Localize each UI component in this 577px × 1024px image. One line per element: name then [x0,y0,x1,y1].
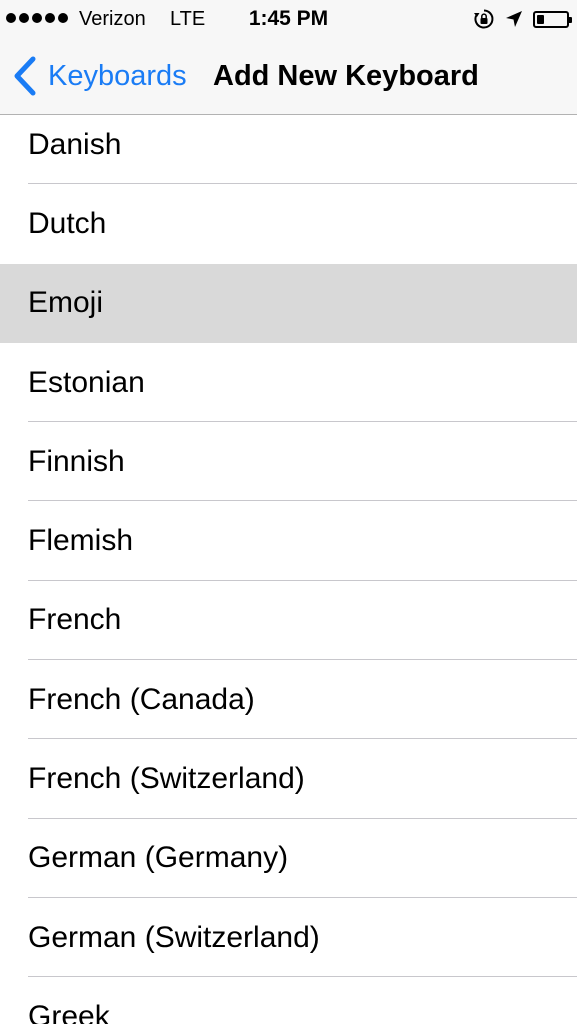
list-item-label: Finnish [28,444,125,478]
list-item-label: French (Canada) [28,682,255,716]
navigation-bar: Keyboards Add New Keyboard [0,38,577,115]
list-item[interactable]: French [0,581,577,661]
list-item-label: Danish [28,127,122,161]
list-item[interactable]: German (Switzerland) [0,898,577,978]
list-item[interactable]: Finnish [0,422,577,502]
battery-icon [533,10,572,28]
list-item-label: German (Germany) [28,841,289,875]
list-item-label: French (Switzerland) [28,762,305,796]
back-button-label: Keyboards [48,60,187,92]
status-bar: Verizon LTE 1:45 PM [0,0,577,38]
list-item[interactable]: German (Germany) [0,819,577,898]
list-item[interactable]: French (Canada) [0,660,577,740]
back-button[interactable]: Keyboards [12,54,187,98]
rotation-lock-icon [474,9,494,29]
list-item[interactable]: Dutch [0,184,577,263]
page-title: Add New Keyboard [213,60,479,92]
list-item[interactable]: Estonian [0,343,577,423]
status-icons [473,8,572,30]
list-item-label: Dutch [28,206,107,240]
list-item-label: Estonian [28,365,145,399]
list-item[interactable]: French (Switzerland) [0,739,577,819]
chevron-left-icon [14,56,36,96]
location-arrow-icon [506,11,522,27]
keyboard-list: Danish Dutch Emoji Estonian Finnish Flemish Fr… [0,105,577,1024]
list-item-label: German (Switzerland) [28,920,320,954]
list-item-label: Flemish [28,524,134,558]
list-item[interactable]: Emoji [0,263,577,343]
add-keyboard-screen: Danish Dutch Emoji Estonian Finnish Flemish Fr… [0,0,577,1024]
list-item-label: Emoji [28,286,104,320]
list-item[interactable]: Danish [0,105,577,185]
list-item-label: French [28,603,122,637]
list-item-label: Greek [28,999,110,1024]
list-item[interactable]: Greek [0,977,577,1024]
list-item[interactable]: Flemish [0,501,577,581]
